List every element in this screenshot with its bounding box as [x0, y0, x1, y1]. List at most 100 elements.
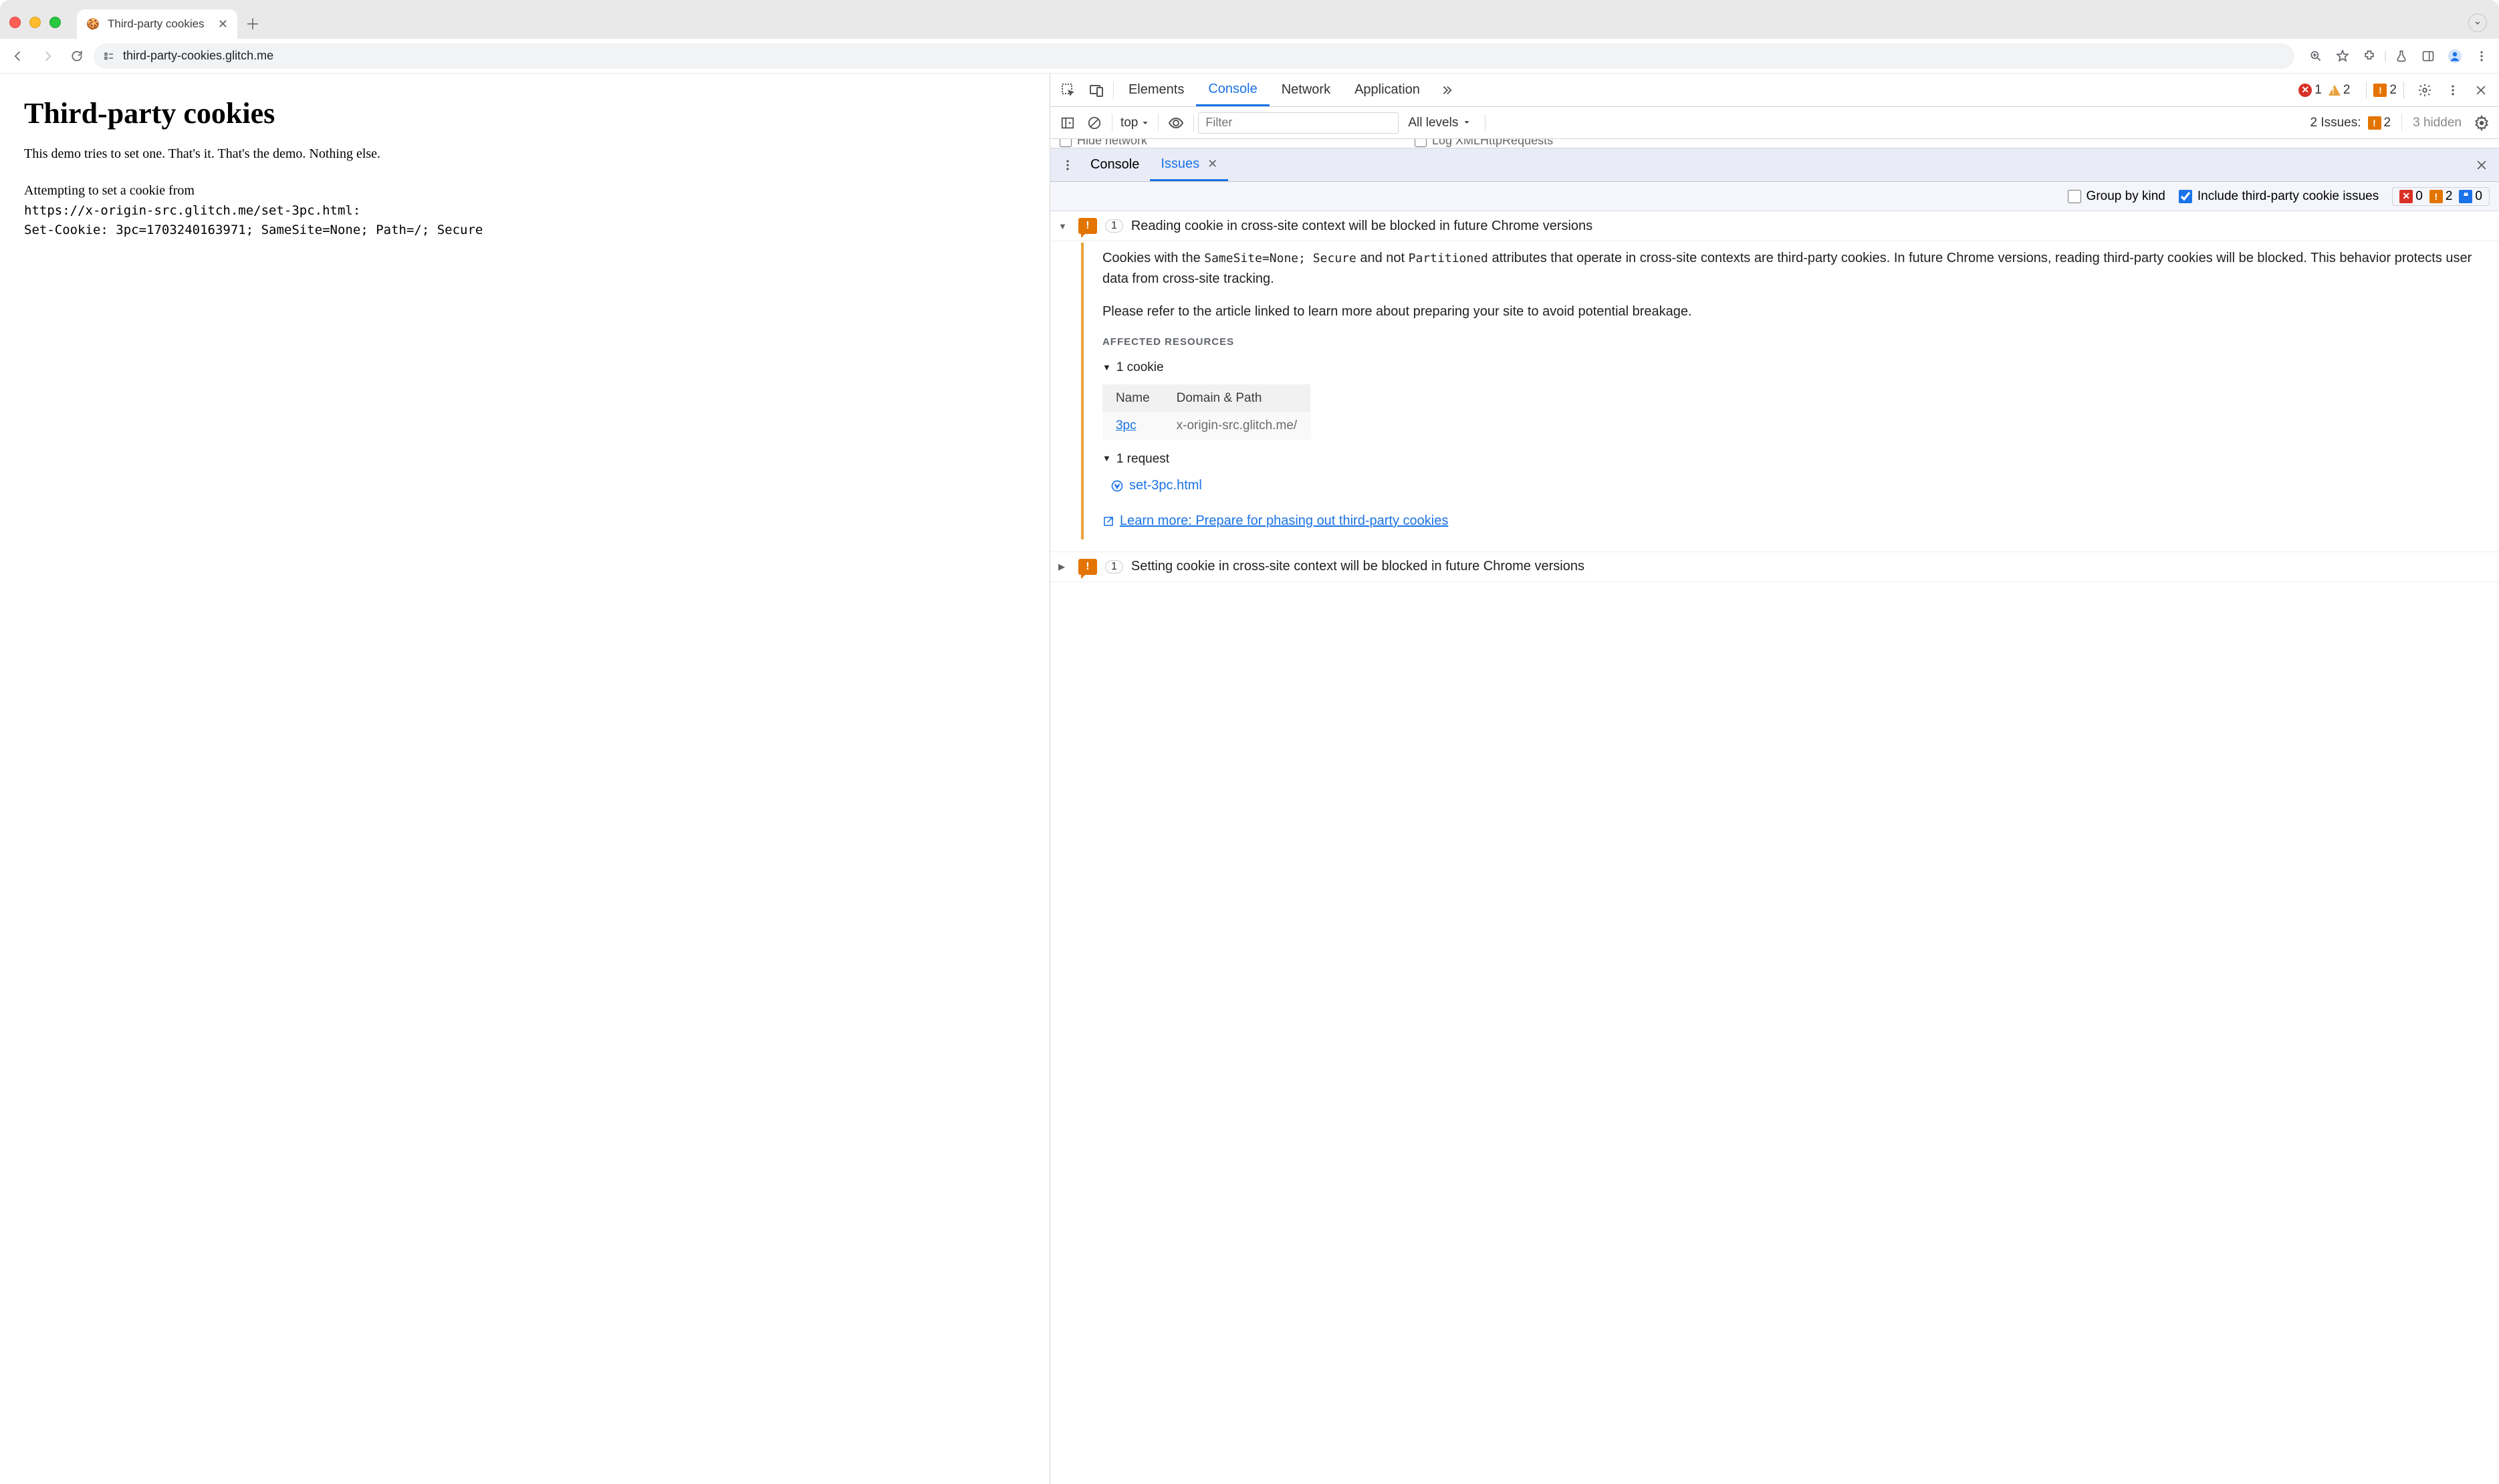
console-settings-icon[interactable]	[2468, 110, 2495, 136]
devtools-settings-icon[interactable]	[2411, 76, 2439, 104]
request-link[interactable]: set-3pc.html	[1110, 475, 2487, 496]
address-bar[interactable]: third-party-cookies.glitch.me	[94, 43, 2294, 69]
page-demo-text: This demo tries to set one. That's it. T…	[24, 146, 1026, 162]
issue-row-2[interactable]: ▶ ! 1 Setting cookie in cross-site conte…	[1050, 552, 2499, 582]
page-heading: Third-party cookies	[24, 96, 1026, 130]
console-sidebar-toggle-icon[interactable]	[1054, 110, 1081, 136]
side-panel-icon[interactable]	[2416, 44, 2440, 68]
tab-elements[interactable]: Elements	[1116, 74, 1196, 106]
maximize-window-icon[interactable]	[49, 17, 61, 28]
count-warn: 2	[2446, 189, 2453, 204]
drawer-tab-issues[interactable]: Issues ✕	[1150, 148, 1228, 181]
log-levels-dropdown[interactable]: All levels	[1408, 116, 1471, 130]
log-xhr-checkbox[interactable]: Log XMLHttpRequests	[1415, 139, 1553, 148]
devtools-menu-icon[interactable]	[2439, 76, 2467, 104]
window-controls	[9, 17, 61, 28]
th-name: Name	[1102, 384, 1163, 412]
drawer-console-label: Console	[1090, 157, 1139, 172]
forward-button[interactable]	[35, 43, 60, 69]
issue-para1-code2: Partitioned	[1409, 251, 1488, 265]
new-tab-button[interactable]: ＋	[241, 12, 264, 35]
drawer-close-icon[interactable]	[2470, 153, 2494, 177]
issue-row-1[interactable]: ▼ ! 1 Reading cookie in cross-site conte…	[1050, 211, 2499, 241]
expand-arrow-icon[interactable]: ▼	[1058, 221, 1070, 231]
cookie-name-link[interactable]: 3pc	[1102, 412, 1163, 439]
hidden-messages[interactable]: 3 hidden	[2413, 116, 2462, 130]
cookie-domain: x-origin-src.glitch.me/	[1163, 412, 1311, 439]
drawer-issues-label: Issues	[1161, 156, 1199, 172]
tab-list-dropdown[interactable]	[2468, 13, 2487, 32]
reload-button[interactable]	[64, 43, 90, 69]
live-expression-icon[interactable]	[1163, 110, 1189, 136]
th-domain: Domain & Path	[1163, 384, 1311, 412]
inspect-element-icon[interactable]	[1054, 76, 1082, 104]
issue-title-1: Reading cookie in cross-site context wil…	[1131, 219, 2491, 234]
url-text: third-party-cookies.glitch.me	[123, 49, 273, 63]
group-by-kind-label: Group by kind	[2087, 189, 2165, 204]
status-errors-count: 1	[2314, 83, 2322, 98]
site-settings-icon[interactable]	[103, 50, 115, 62]
status-issues[interactable]: ! 2	[2373, 83, 2397, 98]
favicon-icon: 🍪	[86, 17, 100, 31]
devtools-close-icon[interactable]	[2467, 76, 2495, 104]
labs-icon[interactable]	[2389, 44, 2413, 68]
minimize-window-icon[interactable]	[29, 17, 41, 28]
toolbar-issues-badge[interactable]: ! 2	[2368, 116, 2391, 130]
count-chat: 0	[2475, 189, 2482, 204]
back-button[interactable]	[5, 43, 31, 69]
device-toolbar-icon[interactable]	[1082, 76, 1110, 104]
request-name: set-3pc.html	[1129, 475, 1202, 496]
more-tabs-icon[interactable]	[1432, 76, 1460, 104]
bookmark-icon[interactable]	[2331, 44, 2355, 68]
extensions-icon[interactable]	[2357, 44, 2381, 68]
issue-severity-icon: !	[1078, 559, 1097, 575]
hide-network-checkbox[interactable]: Hide network	[1060, 139, 1147, 148]
tab-network[interactable]: Network	[1270, 74, 1342, 106]
toolbar-issues-count: 2	[2384, 116, 2391, 130]
clear-console-icon[interactable]	[1081, 110, 1108, 136]
issue-para1-a: Cookies with the	[1102, 251, 1204, 265]
issues-counts[interactable]: ✕0 !2 ❝0	[2392, 187, 2490, 206]
page-content: Third-party cookies This demo tries to s…	[0, 74, 1050, 1484]
expand-arrow-icon[interactable]: ▶	[1058, 562, 1070, 572]
levels-label: All levels	[1408, 116, 1458, 130]
status-warnings[interactable]: 2	[2329, 83, 2351, 98]
include-3p-checkbox[interactable]: Include third-party cookie issues	[2179, 189, 2379, 204]
issue-count-badge: 1	[1105, 219, 1123, 233]
tab-console[interactable]: Console	[1196, 74, 1269, 106]
issue-body-1: Cookies with the SameSite=None; Secure a…	[1081, 243, 2499, 539]
tab-application[interactable]: Application	[1342, 74, 1432, 106]
chevron-down-icon: ▼	[1102, 361, 1111, 374]
table-row[interactable]: 3pc x-origin-src.glitch.me/	[1102, 412, 1310, 439]
hide-network-label: Hide network	[1077, 139, 1147, 148]
zoom-icon[interactable]	[2304, 44, 2328, 68]
group-by-kind-checkbox[interactable]: Group by kind	[2068, 189, 2165, 204]
status-warnings-count: 2	[2343, 83, 2351, 98]
drawer-tab-console[interactable]: Console	[1080, 148, 1150, 181]
status-issues-count: 2	[2389, 83, 2397, 98]
count-err: 0	[2415, 189, 2423, 204]
issue-count-badge: 1	[1105, 560, 1123, 574]
learn-more-link[interactable]: Learn more: Prepare for phasing out thir…	[1102, 511, 1448, 531]
drawer-menu-icon[interactable]	[1056, 153, 1080, 177]
attempt-line: Attempting to set a cookie from	[24, 180, 1026, 201]
request-sub-label: 1 request	[1116, 449, 1169, 469]
cookie-subhead[interactable]: ▼ 1 cookie	[1102, 358, 2487, 377]
request-subhead[interactable]: ▼ 1 request	[1102, 449, 2487, 469]
console-filter-input[interactable]	[1198, 112, 1399, 134]
issues-label[interactable]: 2 Issues:	[2310, 116, 2361, 130]
close-window-icon[interactable]	[9, 17, 21, 28]
include-3p-label: Include third-party cookie issues	[2197, 189, 2379, 204]
issue-para1-code1: SameSite=None; Secure	[1204, 251, 1356, 265]
learn-more-text: Learn more: Prepare for phasing out thir…	[1120, 511, 1448, 531]
profile-icon[interactable]	[2443, 44, 2467, 68]
browser-tab[interactable]: 🍪 Third-party cookies ✕	[77, 9, 237, 39]
close-tab-icon[interactable]: ✕	[218, 17, 228, 31]
drawer-issues-close-icon[interactable]: ✕	[1207, 157, 1217, 171]
chrome-menu-icon[interactable]	[2470, 44, 2494, 68]
cookie-sub-label: 1 cookie	[1116, 358, 1164, 377]
set-cookie-line: Set-Cookie: 3pc=1703240163971; SameSite=…	[24, 221, 1026, 240]
chevron-down-icon: ▼	[1102, 452, 1111, 465]
status-errors[interactable]: ✕ 1	[2298, 83, 2322, 98]
context-selector[interactable]: top	[1116, 116, 1154, 130]
